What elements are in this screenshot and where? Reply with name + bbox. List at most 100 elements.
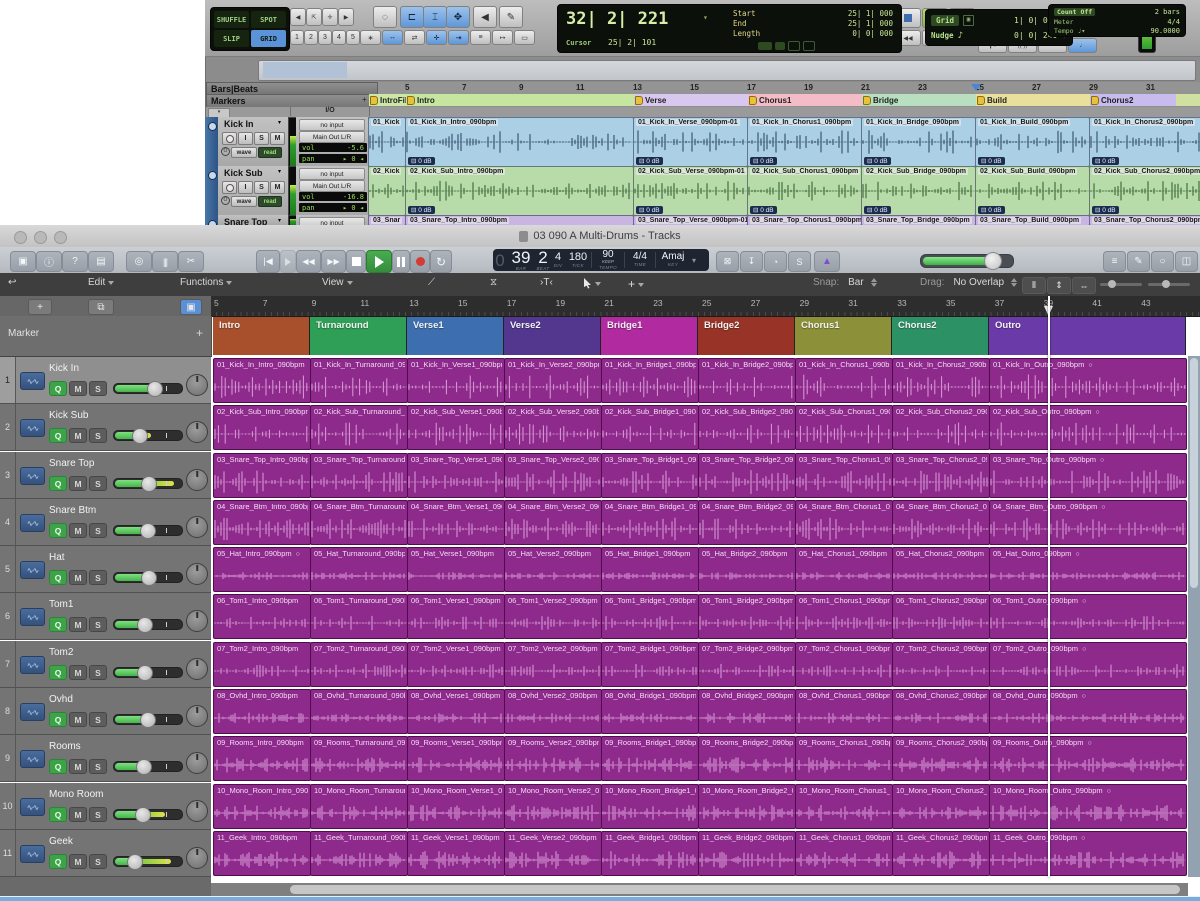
pt-region[interactable]: ⊟ 0 dB01_Kick_In_Chorus1_090bpm <box>747 117 862 167</box>
pan-knob[interactable] <box>186 516 208 538</box>
snap-control[interactable]: Snap:Bar <box>813 277 877 288</box>
region[interactable]: 10_Mono_Room_Chorus2_090bpm <box>892 784 990 829</box>
pt-region[interactable]: 03_Snare_Top_Bridge_090bpm <box>861 215 976 225</box>
region[interactable]: 06_Tom1_Chorus1_090bpm <box>795 594 893 639</box>
list-editors-button[interactable]: ≡ <box>1103 251 1126 272</box>
apple-loops-button[interactable]: ○ <box>1151 251 1174 272</box>
nudge-label[interactable]: Nudge <box>931 31 954 40</box>
marker-chorus1[interactable]: Chorus1 <box>795 317 892 355</box>
mixer-button[interactable]: ||| <box>152 251 178 272</box>
volume-readout[interactable]: vol-5.6 <box>299 143 367 152</box>
region[interactable]: 04_Snare_Btm_Verse2_090bpm <box>504 500 602 545</box>
pt-region[interactable]: 03_Snare_Top_Chorus2_090bpm <box>1089 215 1200 225</box>
solo-button[interactable]: S <box>89 712 107 727</box>
pt-region[interactable]: ⊟ 0 dB01_Kick_In_Build_090bpm <box>975 117 1090 167</box>
track-header-geek[interactable]: 11∿∿GeekQMS <box>0 830 211 877</box>
region[interactable]: 07_Tom2_Turnaround_090bpm <box>310 642 408 687</box>
region[interactable]: 09_Rooms_Chorus1_090bpm <box>795 736 893 781</box>
countoff-label[interactable]: Count Off <box>1054 8 1095 16</box>
selector-tool-button[interactable]: ⌶ <box>423 6 447 28</box>
marker-chorus2[interactable]: Chorus2 <box>892 317 989 355</box>
pt-region[interactable]: 03_Snare_Top_Verse_090bpm-01 <box>633 215 748 225</box>
marker-bridge2[interactable]: Bridge2 <box>698 317 795 355</box>
pt-marker-next[interactable] <box>1176 94 1200 106</box>
region[interactable]: 11_Geek_Outro_090bpm○ <box>989 831 1187 876</box>
zoom-preset-button-2[interactable]: 2 <box>304 30 318 45</box>
region[interactable]: 08_Ovhd_Outro_090bpm○ <box>989 689 1187 734</box>
solo-off-button[interactable]: S <box>788 251 811 272</box>
read-automation-button[interactable]: read <box>258 196 282 207</box>
stop-button[interactable] <box>346 250 366 273</box>
region[interactable]: 07_Tom2_Bridge1_090bpm <box>601 642 699 687</box>
region[interactable]: 01_Kick_In_Verse2_090bpm <box>504 358 602 403</box>
region[interactable]: 07_Tom2_Intro_090bpm <box>213 642 311 687</box>
track-header-tom1[interactable]: 6∿∿Tom1QMS <box>0 593 211 640</box>
region[interactable]: 11_Geek_Verse1_090bpm <box>407 831 505 876</box>
region[interactable]: 07_Tom2_Chorus1_090bpm <box>795 642 893 687</box>
clip-gain-badge[interactable]: ⊟ 0 dB <box>750 206 777 214</box>
horizontal-zoom-button[interactable]: ⇔ <box>1072 277 1096 294</box>
pause-button[interactable] <box>392 250 410 273</box>
input-selector[interactable]: no input <box>299 168 365 180</box>
volume-fader[interactable] <box>113 383 183 394</box>
region[interactable]: 10_Mono_Room_Bridge2_090bpm <box>698 784 796 829</box>
lcd-div[interactable]: 4 <box>555 252 561 263</box>
pt-auto-icon[interactable]: O <box>221 147 230 156</box>
solo-button[interactable]: S <box>89 854 107 869</box>
volume-fader[interactable] <box>113 430 183 441</box>
region[interactable]: 02_Kick_Sub_Verse2_090bpm <box>504 405 602 450</box>
pt-region[interactable]: 03_Snar <box>368 215 406 225</box>
clip-gain-badge[interactable]: ⊟ 0 dB <box>750 157 777 165</box>
transport-mini-icon2[interactable] <box>803 41 815 51</box>
link-timeline-toggle[interactable]: ↔ <box>382 30 403 45</box>
count-in-button[interactable]: ↧ <box>740 251 763 272</box>
menu-view[interactable]: View <box>322 277 353 288</box>
clip-gain-badge[interactable]: ⊟ 0 dB <box>408 206 435 214</box>
pan-knob[interactable] <box>186 847 208 869</box>
pt-region[interactable]: 03_Snare_Top_Chorus1_090bpm <box>747 215 862 225</box>
end-value[interactable]: 25| 1| 000 <box>848 19 893 28</box>
marker-verse1[interactable]: Verse1 <box>407 317 504 355</box>
region[interactable]: 05_Hat_Bridge1_090bpm <box>601 547 699 592</box>
punch-button[interactable]: ⊠ <box>716 251 739 272</box>
pointer-tool-menu[interactable] <box>583 277 601 289</box>
region[interactable]: 03_Snare_Top_Intro_090bpm <box>213 453 311 498</box>
crosshair-tool-menu[interactable]: + <box>628 277 644 291</box>
region[interactable]: 09_Rooms_Chorus2_090bpm <box>892 736 990 781</box>
region[interactable]: 04_Snare_Btm_Verse1_090bpm <box>407 500 505 545</box>
marker-turnaround[interactable]: Turnaround <box>310 317 407 355</box>
region[interactable]: 10_Mono_Room_Verse2_090bpm <box>504 784 602 829</box>
region[interactable]: 11_Geek_Bridge1_090bpm <box>601 831 699 876</box>
region[interactable]: 05_Hat_Bridge2_090bpm <box>698 547 796 592</box>
region[interactable]: 09_Rooms_Verse2_090bpm <box>504 736 602 781</box>
quantize-button[interactable]: Q <box>49 476 67 491</box>
wave-view-button[interactable]: wave <box>231 147 257 158</box>
bar-ruler[interactable]: 5791113151719212325272931333537394143 <box>211 296 1200 317</box>
output-selector[interactable]: Main Out L/R <box>299 131 365 143</box>
lcd-beat[interactable]: 2 <box>538 249 547 266</box>
meter-label[interactable]: Meter <box>1054 18 1074 26</box>
region[interactable]: 05_Hat_Outro_090bpm○ <box>989 547 1187 592</box>
region[interactable]: 03_Snare_Top_Turnaround_090bpm <box>310 453 408 498</box>
track-header-tom2[interactable]: 7∿∿Tom2QMS <box>0 641 211 688</box>
marker-verse2[interactable]: Verse2 <box>504 317 601 355</box>
mute-button[interactable]: M <box>69 476 87 491</box>
tuner-button[interactable]: ◔ <box>764 251 787 272</box>
region[interactable]: 05_Hat_Intro_090bpm○ <box>213 547 311 592</box>
add-marker-button[interactable]: + <box>196 326 203 340</box>
clip-gain-badge[interactable]: ⊟ 0 dB <box>408 157 435 165</box>
clip-gain-badge[interactable]: ⊟ 0 dB <box>864 206 891 214</box>
trim-tool-button[interactable]: ⊏ <box>400 6 424 28</box>
record-button[interactable] <box>410 250 430 273</box>
region[interactable]: 08_Ovhd_Intro_090bpm <box>213 689 311 734</box>
forward-button[interactable]: ▶▶ <box>321 250 346 273</box>
volume-fader[interactable] <box>113 809 183 820</box>
start-value[interactable]: 25| 1| 000 <box>848 9 893 18</box>
region[interactable]: 10_Mono_Room_Chorus1_090bpm <box>795 784 893 829</box>
region[interactable]: 02_Kick_Sub_Turnaround_090bpm <box>310 405 408 450</box>
mode-shuffle-button[interactable]: SHUFFLE <box>214 11 249 28</box>
pt-region[interactable]: ⊟ 0 dB02_Kick_Sub_Chorus1_090bpm <box>747 166 862 216</box>
region[interactable]: 02_Kick_Sub_Verse1_090bpm <box>407 405 505 450</box>
pan-knob[interactable] <box>186 563 208 585</box>
region[interactable]: 04_Snare_Btm_Bridge2_090bpm <box>698 500 796 545</box>
